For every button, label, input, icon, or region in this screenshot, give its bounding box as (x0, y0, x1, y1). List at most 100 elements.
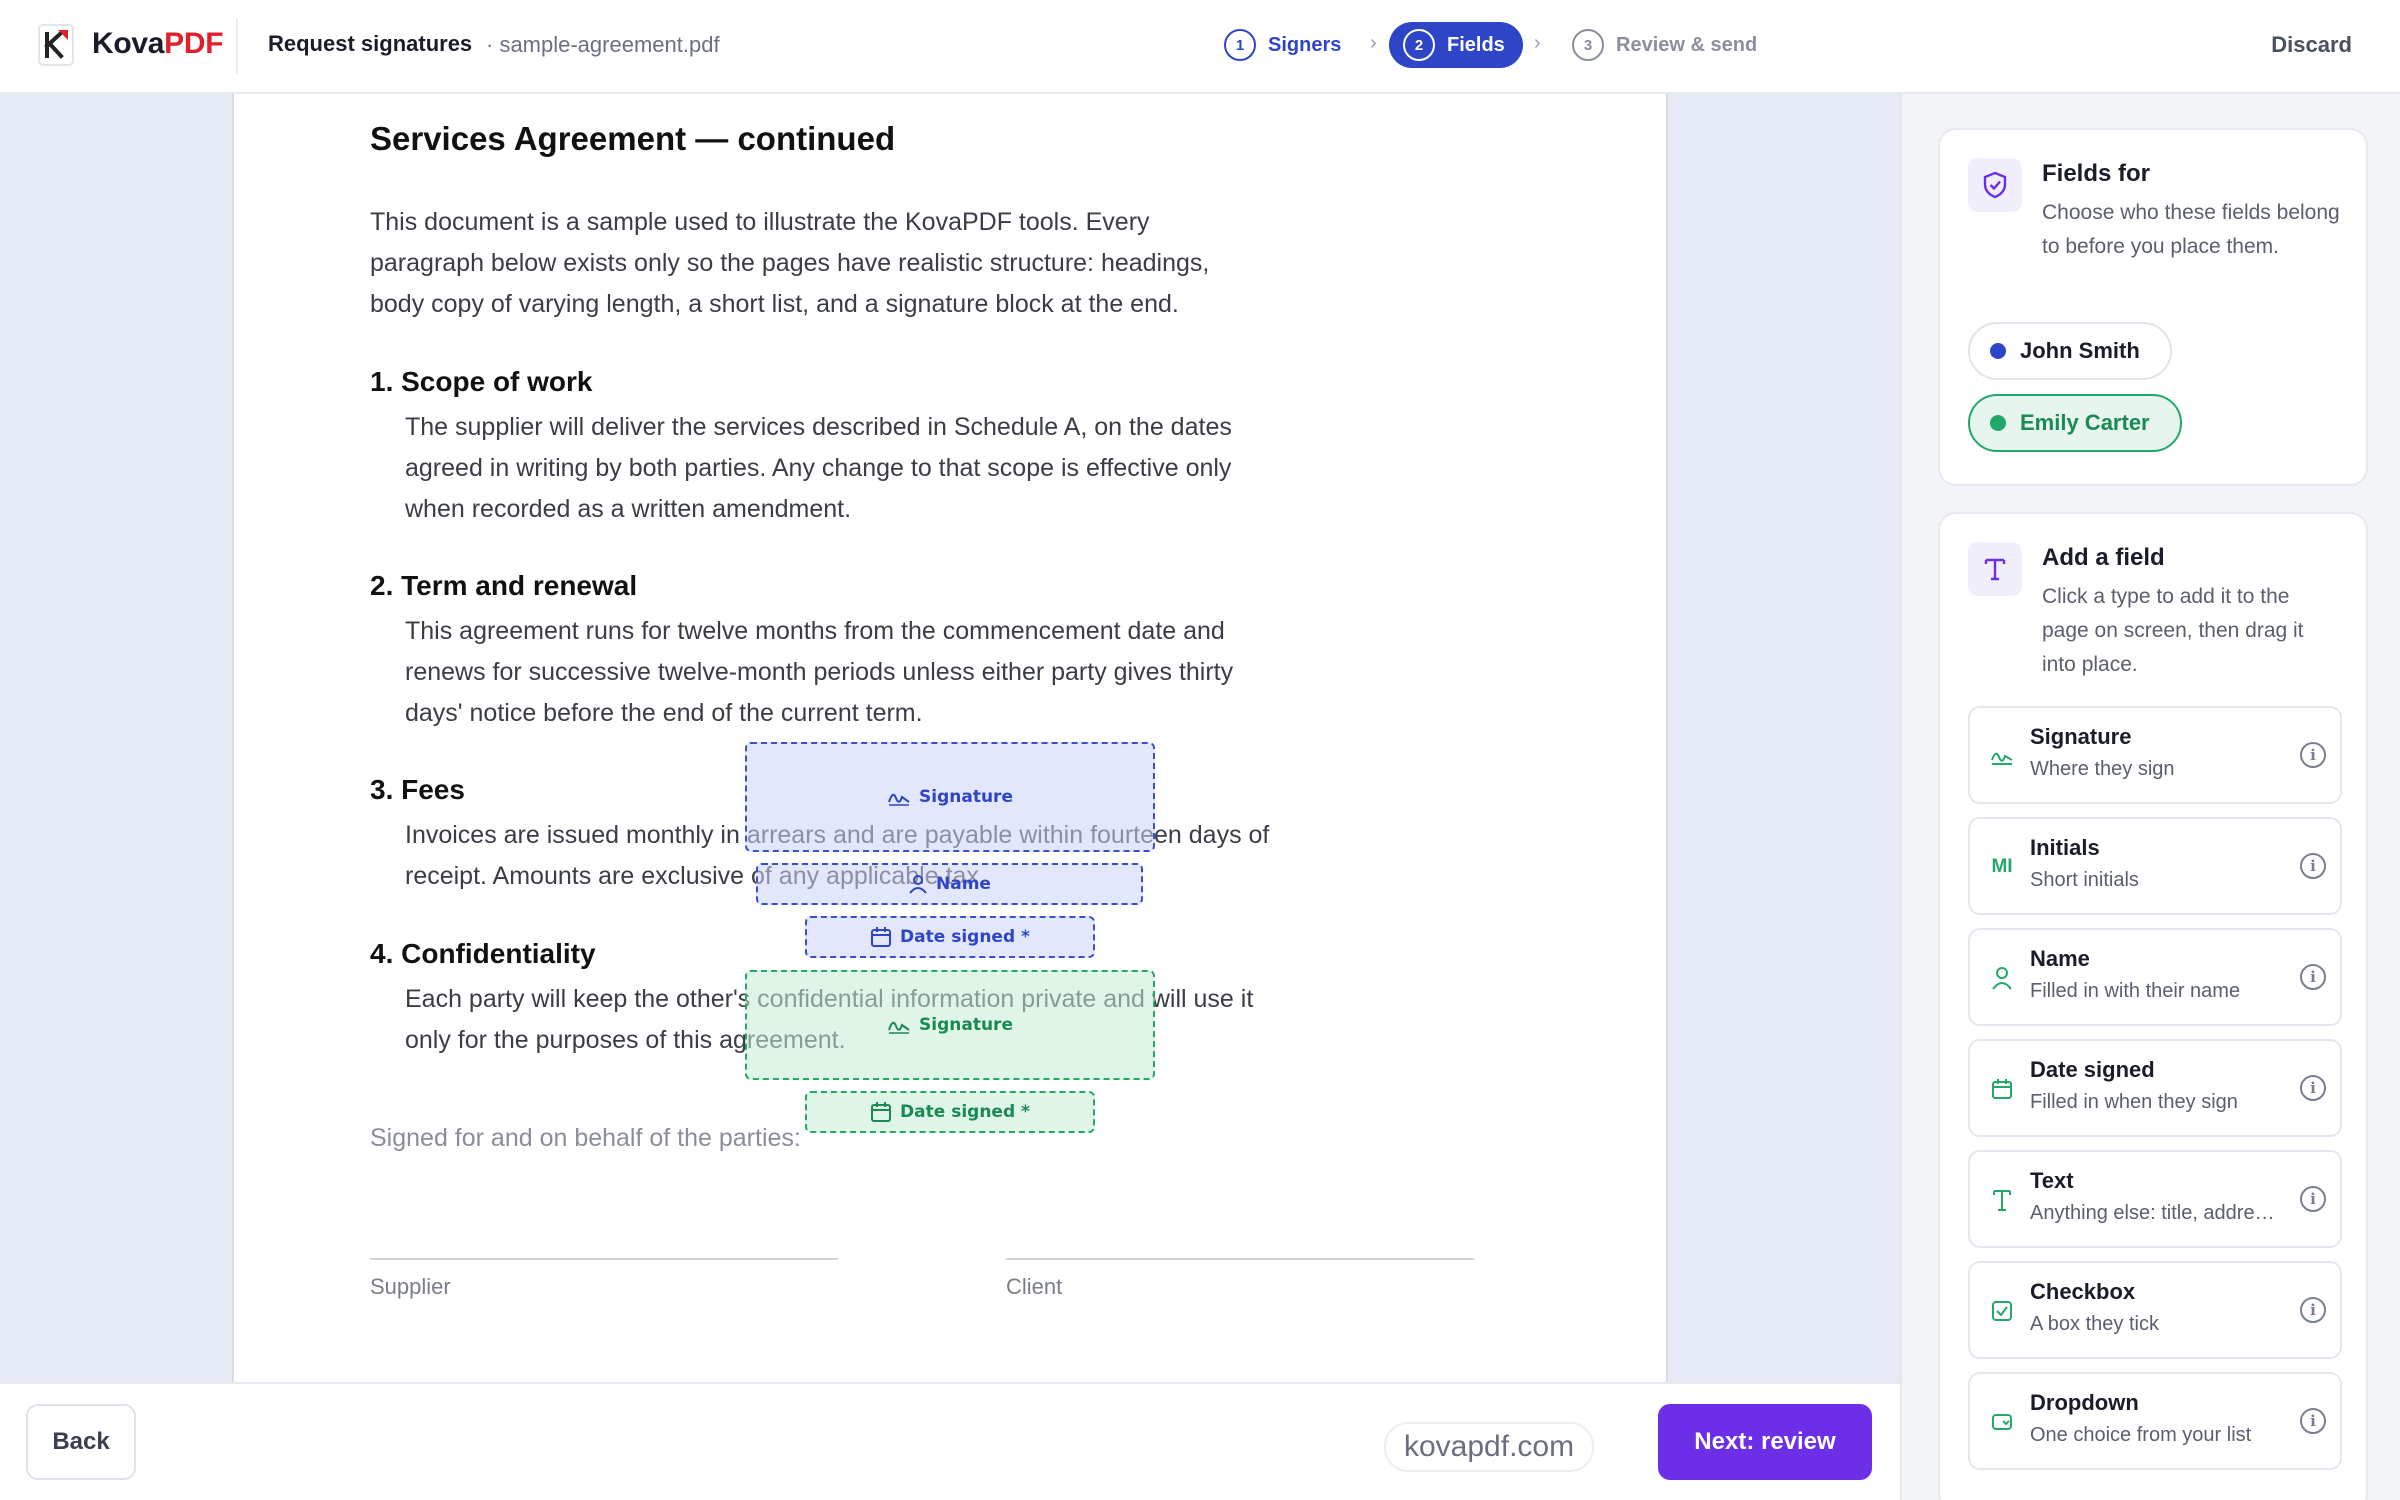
checkbox-icon (1988, 1297, 2016, 1325)
section-body: The supplier will deliver the services d… (405, 413, 1232, 523)
field-type-text[interactable]: Text Anything else: title, address… i (1968, 1150, 2342, 1248)
brand-name: KovaPDF (92, 27, 224, 61)
field-type-description: Anything else: title, address… (2030, 1202, 2280, 1224)
dropdown-icon (1988, 1408, 2016, 1436)
field-label: Name (936, 874, 991, 894)
add-field-description: Click a type to add it to the page on sc… (2042, 585, 2304, 676)
field-type-label: Name (2030, 946, 2090, 971)
signature-line-client (1006, 1258, 1474, 1260)
step-label: Fields (1447, 33, 1505, 56)
placed-date-field-john[interactable]: Date signed * (805, 916, 1095, 958)
field-label: Date signed * (900, 1102, 1030, 1122)
file-name: · sample-agreement.pdf (486, 32, 720, 57)
step-number: 3 (1572, 29, 1604, 61)
field-type-label: Signature (2030, 724, 2132, 749)
document-title: Services Agreement — continued (370, 120, 896, 157)
field-label: Signature (919, 787, 1013, 807)
signer-name: Emily Carter (2020, 410, 2150, 435)
add-field-title: Add a field (2042, 544, 2165, 571)
step-number: 2 (1403, 29, 1435, 61)
signed-for-text: Signed for and on behalf of the parties: (370, 1124, 801, 1152)
field-type-signature[interactable]: Signature Where they sign i (1968, 706, 2342, 804)
signature-label-supplier: Supplier (370, 1274, 451, 1299)
field-type-label: Date signed (2030, 1057, 2155, 1082)
document-page[interactable]: Services Agreement — continued This docu… (232, 94, 1668, 1384)
initials-icon: MI (1991, 856, 2013, 877)
page-title: Request signatures (268, 31, 473, 56)
field-type-dropdown[interactable]: Dropdown One choice from your list i (1968, 1372, 2342, 1470)
chevron-right-icon: › (1370, 32, 1377, 54)
calendar-icon (1988, 1075, 2016, 1103)
text-icon (1968, 542, 2022, 596)
step-number: 1 (1224, 29, 1256, 61)
placed-signature-field-john[interactable]: Signature (745, 742, 1155, 852)
discard-button[interactable]: Discard (2271, 32, 2352, 58)
brand-main: Kova (92, 27, 165, 60)
field-type-name[interactable]: Name Filled in with their name i (1968, 928, 2342, 1026)
signature-label-client: Client (1006, 1274, 1063, 1299)
field-type-label: Dropdown (2030, 1390, 2139, 1415)
section-heading: 4. Confidentiality (370, 938, 596, 969)
top-bar: KovaPDF Request signatures · sample-agre… (0, 0, 2400, 94)
field-type-label: Initials (2030, 835, 2100, 860)
field-label: Signature (919, 1015, 1013, 1035)
section-heading: 1. Scope of work (370, 366, 593, 397)
signature-icon (888, 1021, 910, 1034)
person-icon (909, 875, 927, 894)
step-label: Signers (1268, 33, 1342, 56)
signature-line-supplier (370, 1258, 838, 1260)
brand-accent: PDF (164, 27, 224, 60)
fields-for-description: Choose who these fields belong to before… (2042, 201, 2340, 258)
placed-date-field-emily[interactable]: Date signed * (805, 1091, 1095, 1133)
fields-for-title: Fields for (2042, 160, 2151, 187)
field-type-description: Filled in when they sign (2030, 1091, 2238, 1113)
field-type-label: Checkbox (2030, 1279, 2136, 1304)
field-type-initials[interactable]: MI Initials Short initials i (1968, 817, 2342, 915)
chevron-right-icon: › (1534, 32, 1541, 54)
section-heading: 2. Term and renewal (370, 570, 638, 601)
placed-signature-field-emily[interactable]: Signature (745, 970, 1155, 1080)
right-sidebar: Fields for Choose who these fields belon… (1900, 94, 2400, 1500)
section-heading: 3. Fees (370, 774, 465, 805)
signer-option-john-smith[interactable]: John Smith (1968, 322, 2172, 380)
field-type-label: Text (2030, 1168, 2074, 1193)
info-icon[interactable]: i (2300, 853, 2326, 879)
document-intro: This document is a sample used to illust… (370, 208, 1210, 318)
field-type-checkbox[interactable]: Checkbox A box they tick i (1968, 1261, 2342, 1359)
step-review-send[interactable]: 3 Review & send (1572, 22, 1757, 68)
kovapdf-logo-icon[interactable] (38, 24, 74, 66)
person-icon (1988, 964, 2016, 992)
step-signers[interactable]: 1 Signers (1224, 22, 1341, 68)
info-icon[interactable]: i (2300, 1297, 2326, 1323)
field-type-description: A box they tick (2030, 1313, 2159, 1335)
text-icon (1988, 1186, 2016, 1214)
placed-name-field-john[interactable]: Name (756, 863, 1143, 905)
info-icon[interactable]: i (2300, 964, 2326, 990)
fields-for-card: Fields for Choose who these fields belon… (1938, 128, 2368, 486)
signature-icon (888, 793, 910, 806)
calendar-icon (871, 927, 892, 947)
bottom-bar: Back kovapdf.com Next: review (0, 1382, 1900, 1500)
signer-option-emily-carter[interactable]: Emily Carter (1968, 394, 2182, 452)
back-button[interactable]: Back (26, 1404, 136, 1480)
field-label: Date signed * (900, 927, 1030, 947)
signer-color-dot (1990, 415, 2006, 431)
calendar-icon (871, 1102, 892, 1122)
info-icon[interactable]: i (2300, 1186, 2326, 1212)
header-divider (236, 18, 238, 74)
field-type-description: Filled in with their name (2030, 980, 2241, 1002)
section-body: This agreement runs for twelve months fr… (405, 617, 1234, 727)
field-type-description: Where they sign (2030, 758, 2175, 780)
field-type-description: One choice from your list (2030, 1424, 2252, 1446)
watermark: kovapdf.com (1384, 1422, 1595, 1472)
add-field-card: Add a field Click a type to add it to th… (1938, 512, 2368, 1500)
next-review-button[interactable]: Next: review (1658, 1404, 1872, 1480)
shield-icon (1968, 158, 2022, 212)
field-type-description: Short initials (2030, 869, 2139, 891)
info-icon[interactable]: i (2300, 1408, 2326, 1434)
info-icon[interactable]: i (2300, 1075, 2326, 1101)
step-fields[interactable]: 2 Fields (1389, 22, 1523, 68)
field-type-date-signed[interactable]: Date signed Filled in when they sign i (1968, 1039, 2342, 1137)
step-label: Review & send (1616, 33, 1758, 56)
info-icon[interactable]: i (2300, 742, 2326, 768)
